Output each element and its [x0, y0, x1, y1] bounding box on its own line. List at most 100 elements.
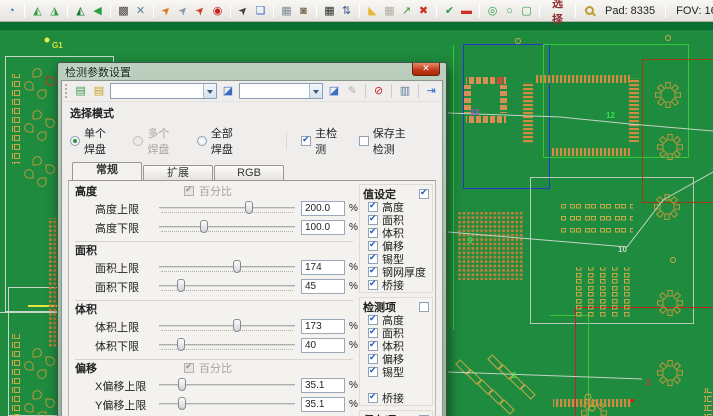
slider[interactable] — [159, 259, 295, 276]
checkbox[interactable] — [368, 241, 378, 251]
load-params-icon[interactable]: ▤ — [73, 83, 88, 99]
mode-check-1[interactable]: 保存主检测 — [359, 125, 414, 157]
mode-radio-1[interactable]: 多个焊盘 — [133, 125, 179, 157]
slider-row: 面积下限% — [75, 278, 353, 295]
radio-indicator[interactable] — [197, 136, 207, 146]
slider-value-input[interactable] — [301, 378, 345, 393]
radio-indicator[interactable] — [133, 136, 143, 146]
checkbox[interactable] — [368, 254, 378, 264]
slider-thumb[interactable] — [233, 260, 241, 273]
apply-combo1-icon[interactable]: ◪ — [220, 83, 235, 99]
select-button[interactable]: 选择 — [545, 0, 570, 27]
slider-row: 体积上限% — [75, 318, 353, 335]
tools-icon[interactable]: ✕ — [133, 3, 148, 19]
checkbox[interactable] — [368, 215, 378, 225]
slider[interactable] — [159, 200, 295, 217]
checkbox[interactable] — [368, 354, 378, 364]
param-set-combo-1[interactable] — [110, 83, 218, 99]
region-select-icon[interactable]: ❏ — [253, 3, 268, 19]
radio-indicator[interactable] — [70, 136, 80, 146]
slider-thumb[interactable] — [178, 378, 186, 391]
section-checkbox[interactable] — [419, 302, 429, 312]
chevron-down-icon[interactable] — [203, 84, 216, 98]
section-checkbox[interactable] — [419, 189, 429, 199]
surface-a-icon[interactable]: ◭ — [30, 3, 45, 19]
slider-value-input[interactable] — [301, 201, 345, 216]
slider[interactable] — [159, 337, 295, 354]
zoom-icon[interactable] — [585, 6, 594, 15]
chart-icon[interactable]: ↗ — [399, 3, 414, 19]
grid-icon[interactable]: ▦ — [322, 3, 337, 19]
percent-checkbox[interactable] — [184, 363, 194, 373]
location-pin-icon[interactable]: ◉ — [210, 3, 225, 19]
checkbox[interactable] — [368, 280, 378, 290]
checkbox[interactable] — [359, 136, 369, 146]
close-icon[interactable]: ✕ — [412, 63, 440, 76]
checkbox[interactable] — [368, 315, 378, 325]
tab-2[interactable]: RGB — [214, 165, 284, 180]
slider-value-input[interactable] — [301, 338, 345, 353]
slider-value-input[interactable] — [301, 397, 345, 412]
slider[interactable] — [159, 278, 295, 295]
slider-value-input[interactable] — [301, 220, 345, 235]
mode-radio-0[interactable]: 单个焊盘 — [70, 125, 116, 157]
slider-value-input[interactable] — [301, 319, 345, 334]
mode-check-0[interactable]: 主检测 — [301, 125, 339, 157]
slider[interactable] — [159, 219, 295, 236]
slider-thumb[interactable] — [233, 319, 241, 332]
slider[interactable] — [159, 377, 295, 394]
checkbox[interactable] — [368, 228, 378, 238]
checkbox[interactable] — [368, 202, 378, 212]
pin-black-icon[interactable]: ➤ — [233, 0, 255, 21]
camera-icon[interactable]: ◙ — [296, 3, 311, 19]
check-item[interactable]: 桥接 — [363, 391, 429, 404]
sort-az-icon[interactable]: ⇅ — [339, 3, 354, 19]
group-label: 偏移 — [75, 360, 179, 376]
slider-thumb[interactable] — [177, 279, 185, 292]
delete-icon[interactable]: ✖ — [416, 3, 431, 19]
mode-radio-2[interactable]: 全部焊盘 — [197, 125, 243, 157]
circle-icon[interactable]: ○ — [502, 3, 517, 19]
pin-red-icon[interactable]: ➤ — [190, 0, 212, 21]
slider[interactable] — [159, 396, 295, 413]
chevron-down-icon[interactable] — [309, 84, 322, 98]
mesh-icon[interactable]: ▦ — [382, 3, 397, 19]
surface-b-icon[interactable]: ◮ — [47, 3, 62, 19]
checkbox[interactable] — [301, 136, 311, 146]
slider-thumb[interactable] — [177, 338, 185, 351]
percent-checkbox[interactable] — [184, 186, 194, 196]
cone-icon[interactable]: ◀ — [90, 3, 105, 19]
slider-thumb[interactable] — [178, 397, 186, 410]
export-icon[interactable]: ⇥ — [424, 83, 439, 99]
remove-icon[interactable]: ▬ — [459, 3, 474, 19]
setsquare-icon[interactable]: ◣ — [365, 3, 380, 19]
forbidden-icon[interactable]: ⊘ — [371, 83, 386, 99]
history-icon[interactable]: ◔ — [4, 3, 19, 19]
checkbox[interactable] — [368, 393, 378, 403]
save-params-icon[interactable]: ▤ — [91, 83, 106, 99]
tab-1[interactable]: 扩展 — [143, 165, 213, 180]
table-icon[interactable]: ▦ — [279, 3, 294, 19]
display-mode-icon[interactable]: ▩ — [116, 3, 131, 19]
checkbox[interactable] — [368, 267, 378, 277]
slider-thumb[interactable] — [200, 220, 208, 233]
slider-thumb[interactable] — [245, 201, 253, 214]
check-item[interactable]: 锡型 — [363, 365, 429, 378]
dialog-titlebar[interactable]: 检测参数设置 ✕ — [61, 63, 443, 80]
slider[interactable] — [159, 318, 295, 335]
edit-icon[interactable]: ✎ — [345, 83, 360, 99]
checkbox[interactable] — [368, 367, 378, 377]
checkbox[interactable] — [368, 328, 378, 338]
circle-target-icon[interactable]: ◎ — [485, 3, 500, 19]
param-set-combo-2[interactable] — [239, 83, 324, 99]
check-item[interactable]: 桥接 — [363, 278, 429, 291]
slider-value-input[interactable] — [301, 260, 345, 275]
save-icon[interactable]: ▥ — [397, 83, 412, 99]
square-icon[interactable]: ▢ — [519, 3, 534, 19]
height-measure-icon[interactable]: ◭ — [73, 3, 88, 19]
tab-0[interactable]: 常规 — [72, 162, 142, 180]
confirm-icon[interactable]: ✔ — [442, 3, 457, 19]
apply-combo2-icon[interactable]: ◪ — [326, 83, 341, 99]
checkbox[interactable] — [368, 341, 378, 351]
slider-value-input[interactable] — [301, 279, 345, 294]
